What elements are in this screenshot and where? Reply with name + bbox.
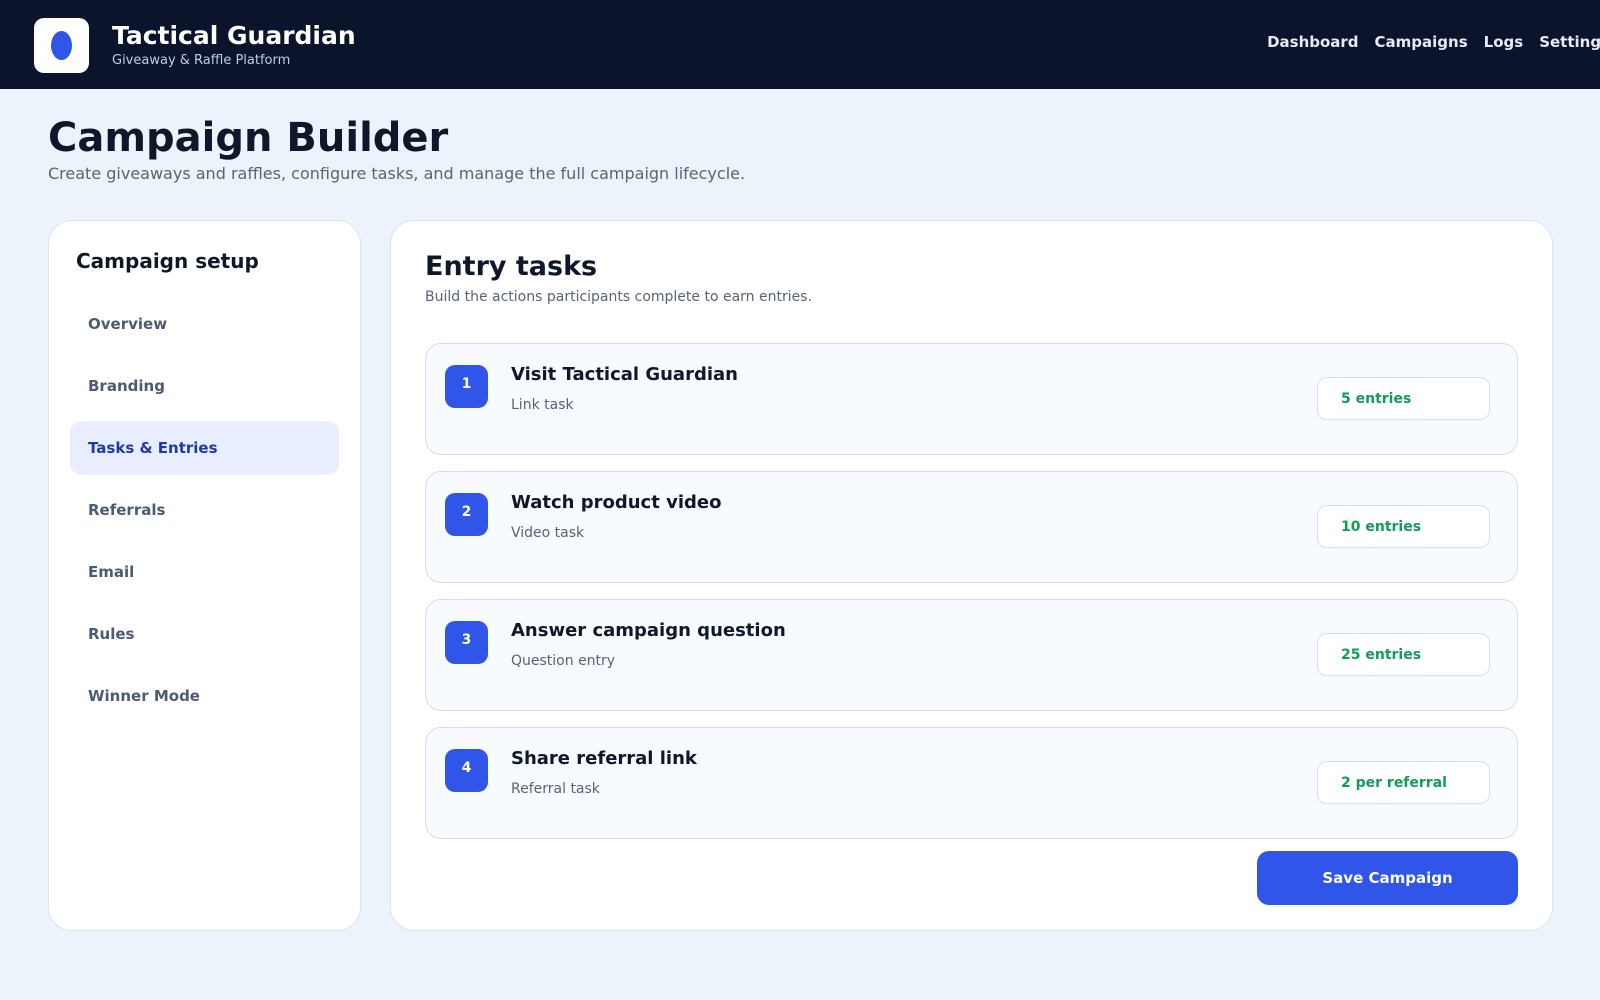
- entry-tasks-panel: Entry tasks Build the actions participan…: [390, 220, 1553, 931]
- task-number-badge: 4: [445, 749, 488, 792]
- section-subtitle: Build the actions participants complete …: [425, 289, 812, 305]
- sidebar-item-rules[interactable]: Rules: [70, 607, 339, 661]
- task-entries-field[interactable]: 25 entries: [1317, 633, 1490, 676]
- save-campaign-button[interactable]: Save Campaign: [1257, 851, 1518, 905]
- task-type: Referral task: [511, 781, 600, 797]
- task-title: Visit Tactical Guardian: [511, 364, 738, 385]
- task-title: Watch product video: [511, 492, 722, 513]
- sidebar-item-referrals[interactable]: Referrals: [70, 483, 339, 537]
- task-card[interactable]: 1 Visit Tactical Guardian Link task 5 en…: [425, 343, 1518, 455]
- task-title: Share referral link: [511, 748, 697, 769]
- task-title: Answer campaign question: [511, 620, 786, 641]
- app-logo: [34, 18, 89, 73]
- task-card[interactable]: 3 Answer campaign question Question entr…: [425, 599, 1518, 711]
- task-number-badge: 1: [445, 365, 488, 408]
- task-type: Question entry: [511, 653, 616, 669]
- nav-logs[interactable]: Logs: [1484, 33, 1524, 51]
- sidebar-item-email[interactable]: Email: [70, 545, 339, 599]
- task-card[interactable]: 4 Share referral link Referral task 2 pe…: [425, 727, 1518, 839]
- nav-dashboard[interactable]: Dashboard: [1267, 33, 1358, 51]
- sidebar-item-branding[interactable]: Branding: [70, 359, 339, 413]
- task-type: Link task: [511, 397, 574, 413]
- page-title: Campaign Builder: [48, 115, 449, 161]
- campaign-setup-sidebar: Campaign setup Overview Branding Tasks &…: [48, 220, 361, 931]
- sidebar-title: Campaign setup: [76, 249, 259, 273]
- task-type: Video task: [511, 525, 585, 541]
- task-card[interactable]: 2 Watch product video Video task 10 entr…: [425, 471, 1518, 583]
- sidebar-item-tasks-entries[interactable]: Tasks & Entries: [70, 421, 339, 475]
- top-nav: Dashboard Campaigns Logs Settings: [1267, 33, 1600, 51]
- shield-logo-icon: [51, 31, 72, 60]
- section-title: Entry tasks: [425, 251, 598, 282]
- task-number-badge: 3: [445, 621, 488, 664]
- nav-campaigns[interactable]: Campaigns: [1375, 33, 1468, 51]
- sidebar-item-overview[interactable]: Overview: [70, 297, 339, 351]
- task-entries-field[interactable]: 5 entries: [1317, 377, 1490, 420]
- task-number-badge: 2: [445, 493, 488, 536]
- sidebar-item-winner-mode[interactable]: Winner Mode: [70, 669, 339, 723]
- task-entries-field[interactable]: 10 entries: [1317, 505, 1490, 548]
- nav-settings[interactable]: Settings: [1539, 33, 1600, 51]
- app-subtitle: Giveaway & Raffle Platform: [112, 53, 291, 68]
- task-entries-field[interactable]: 2 per referral: [1317, 761, 1490, 804]
- top-bar: Tactical Guardian Giveaway & Raffle Plat…: [0, 0, 1600, 89]
- app-title: Tactical Guardian: [112, 21, 356, 50]
- page-subtitle: Create giveaways and raffles, configure …: [48, 164, 746, 183]
